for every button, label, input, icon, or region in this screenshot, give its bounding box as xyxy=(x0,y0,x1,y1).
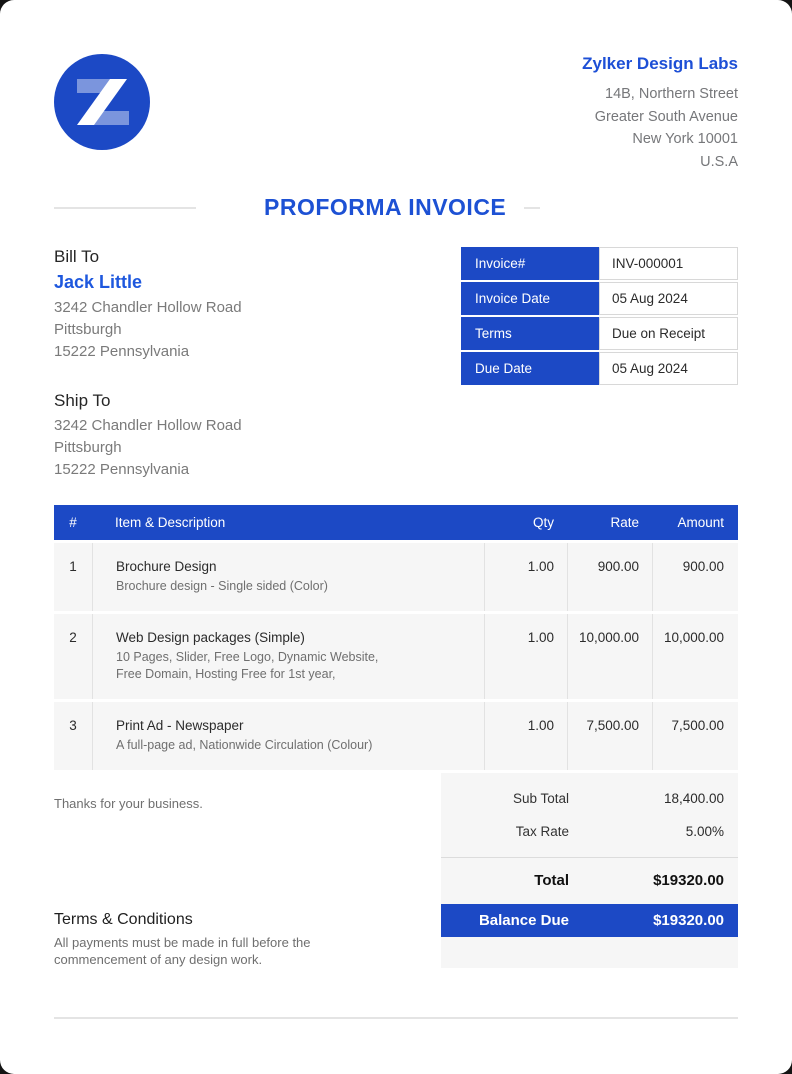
customer-name: Jack Little xyxy=(54,272,143,292)
company-logo-icon xyxy=(54,54,150,150)
document-title: PROFORMA INVOICE xyxy=(264,194,507,220)
balance-due-row: Balance Due $19320.00 xyxy=(441,904,738,937)
parties-column: Bill To Jack Little 3242 Chandler Hollow… xyxy=(54,247,242,481)
item-subtext-line: A full-page ad, Nationwide Circulation (… xyxy=(116,738,373,752)
terms-heading: Terms & Conditions xyxy=(54,911,193,928)
item-description-cell: Brochure Design Brochure design - Single… xyxy=(92,543,484,611)
header-amount: Amount xyxy=(677,515,724,530)
terms-body-line: commencement of any design work. xyxy=(54,952,263,967)
invoice-page: Zylker Design Labs 14B, Northern Street … xyxy=(0,0,792,1074)
terms-body: All payments must be made in full before… xyxy=(54,934,311,968)
invoice-date-label: Invoice Date xyxy=(461,282,599,315)
meta-row-invoice-date: Invoice Date 05 Aug 2024 xyxy=(461,282,738,315)
item-qty: 1.00 xyxy=(484,543,567,611)
ship-address-line: 3242 Chandler Hollow Road xyxy=(54,417,242,434)
terms-label: Terms xyxy=(461,317,599,350)
bill-address-line: 15222 Pennsylvania xyxy=(54,343,190,360)
balance-due-label: Balance Due xyxy=(478,912,569,929)
item-rate: 7,500.00 xyxy=(567,702,652,770)
tax-rate-label: Tax Rate xyxy=(515,824,569,839)
terms-value: Due on Receipt xyxy=(599,317,738,350)
header-rate: Rate xyxy=(610,515,639,530)
item-rate: 900.00 xyxy=(567,543,652,611)
item-subtext-line: Free Domain, Hosting Free for 1st year, xyxy=(116,667,336,681)
item-subtext: 10 Pages, Slider, Free Logo, Dynamic Web… xyxy=(116,649,464,683)
invoice-number-value: INV-000001 xyxy=(599,247,738,280)
item-name: Web Design packages (Simple) xyxy=(116,630,305,645)
item-rate: 10,000.00 xyxy=(567,614,652,699)
ship-to-block: Ship To 3242 Chandler Hollow Road Pittsb… xyxy=(54,391,242,481)
item-description-cell: Print Ad - Newspaper A full-page ad, Nat… xyxy=(92,702,484,770)
item-amount: 10,000.00 xyxy=(652,614,738,699)
footer-divider xyxy=(54,1017,738,1019)
bill-address-line: Pittsburgh xyxy=(54,321,122,338)
due-date-value: 05 Aug 2024 xyxy=(599,352,738,385)
ship-to-label: Ship To xyxy=(54,391,111,410)
meta-row-due-date: Due Date 05 Aug 2024 xyxy=(461,352,738,385)
total-value: $19320.00 xyxy=(653,872,724,889)
invoice-date-value: 05 Aug 2024 xyxy=(599,282,738,315)
table-row: 3 Print Ad - Newspaper A full-page ad, N… xyxy=(54,702,738,770)
tax-rate-value: 5.00% xyxy=(685,824,724,839)
company-name: Zylker Design Labs xyxy=(582,54,738,73)
header-qty: Qty xyxy=(532,515,554,530)
item-subtext-line: 10 Pages, Slider, Free Logo, Dynamic Web… xyxy=(116,650,379,664)
footer-left-column: Thanks for your business. Terms & Condit… xyxy=(54,770,311,968)
item-qty: 1.00 xyxy=(484,614,567,699)
ship-address-line: 15222 Pennsylvania xyxy=(54,461,190,478)
item-name: Brochure Design xyxy=(116,559,217,574)
item-subtext-line: Brochure design - Single sided (Color) xyxy=(116,579,328,593)
company-address-line: New York 10001 xyxy=(632,131,738,147)
balance-due-value: $19320.00 xyxy=(653,912,724,929)
title-divider-right xyxy=(524,206,541,209)
items-table-header: # Item & Description Qty Rate Amount xyxy=(54,505,738,540)
item-number: 2 xyxy=(69,630,77,645)
table-row: 1 Brochure Design Brochure design - Sing… xyxy=(54,543,738,611)
ship-to-address: 3242 Chandler Hollow Road Pittsburgh 152… xyxy=(54,415,242,481)
terms-and-conditions: Terms & Conditions All payments must be … xyxy=(54,911,311,968)
header: Zylker Design Labs 14B, Northern Street … xyxy=(54,54,738,173)
tax-rate-row: Tax Rate 5.00% xyxy=(441,824,738,857)
company-block: Zylker Design Labs 14B, Northern Street … xyxy=(582,54,738,173)
invoice-meta-table: Invoice# INV-000001 Invoice Date 05 Aug … xyxy=(461,247,738,481)
item-name: Print Ad - Newspaper xyxy=(116,718,244,733)
item-number: 3 xyxy=(69,718,77,733)
total-label: Total xyxy=(534,872,569,889)
header-number: # xyxy=(69,515,77,530)
subtotal-label: Sub Total xyxy=(512,791,569,806)
table-row: 2 Web Design packages (Simple) 10 Pages,… xyxy=(54,614,738,699)
terms-body-line: All payments must be made in full before… xyxy=(54,935,311,950)
company-address: 14B, Northern Street Greater South Avenu… xyxy=(582,83,738,173)
title-band: PROFORMA INVOICE xyxy=(54,194,738,221)
invoice-number-label: Invoice# xyxy=(461,247,599,280)
bill-address-line: 3242 Chandler Hollow Road xyxy=(54,299,242,316)
ship-address-line: Pittsburgh xyxy=(54,439,122,456)
subtotal-value: 18,400.00 xyxy=(663,791,724,806)
info-section: Bill To Jack Little 3242 Chandler Hollow… xyxy=(54,247,738,481)
meta-row-invoice-number: Invoice# INV-000001 xyxy=(461,247,738,280)
items-table: # Item & Description Qty Rate Amount 1 B… xyxy=(54,505,738,770)
subtotal-row: Sub Total 18,400.00 xyxy=(441,791,738,824)
bill-to-label: Bill To xyxy=(54,247,100,266)
item-amount: 900.00 xyxy=(652,543,738,611)
item-subtext: A full-page ad, Nationwide Circulation (… xyxy=(116,737,464,754)
title-divider-left xyxy=(54,206,196,209)
footer-section: Thanks for your business. Terms & Condit… xyxy=(54,770,738,968)
total-row: Total $19320.00 xyxy=(441,858,738,904)
totals-box: Sub Total 18,400.00 Tax Rate 5.00% Total… xyxy=(441,773,738,968)
item-number: 1 xyxy=(69,559,77,574)
bill-to-address: 3242 Chandler Hollow Road Pittsburgh 152… xyxy=(54,297,242,363)
company-address-line: 14B, Northern Street xyxy=(605,86,738,102)
bill-to-block: Bill To Jack Little 3242 Chandler Hollow… xyxy=(54,247,242,363)
due-date-label: Due Date xyxy=(461,352,599,385)
item-qty: 1.00 xyxy=(484,702,567,770)
header-item-description: Item & Description xyxy=(115,515,226,530)
thanks-note: Thanks for your business. xyxy=(54,796,203,811)
item-amount: 7,500.00 xyxy=(652,702,738,770)
meta-row-terms: Terms Due on Receipt xyxy=(461,317,738,350)
item-description-cell: Web Design packages (Simple) 10 Pages, S… xyxy=(92,614,484,699)
company-address-line: Greater South Avenue xyxy=(594,108,738,125)
item-subtext: Brochure design - Single sided (Color) xyxy=(116,578,464,595)
company-address-line: U.S.A xyxy=(700,153,738,170)
